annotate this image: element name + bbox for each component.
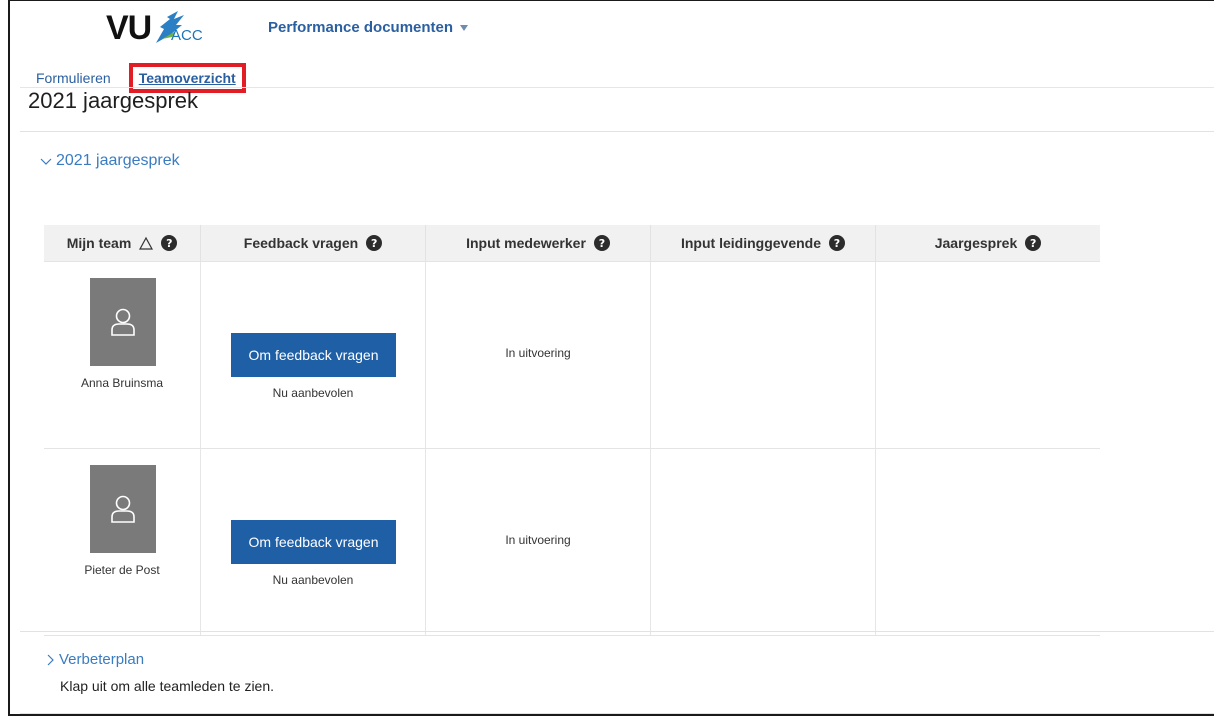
page-title: 2021 jaargesprek — [28, 88, 199, 113]
person-icon — [111, 495, 135, 523]
feedback-cell: Om feedback vragen Nu aanbevolen — [201, 449, 426, 635]
section-title: 2021 jaargesprek — [56, 152, 180, 169]
divider — [20, 713, 1214, 714]
status-text: In uitvoering — [505, 533, 571, 547]
recommendation-text: Nu aanbevolen — [272, 386, 354, 400]
team-table: Mijn team ? Feedback vragen ? Input mede… — [44, 225, 1100, 636]
section-toggle-jaargesprek[interactable]: 2021 jaargesprek — [40, 152, 180, 170]
help-icon[interactable]: ? — [366, 235, 383, 251]
help-icon[interactable]: ? — [829, 235, 845, 251]
column-header-jaargesprek: Jaargesprek ? — [876, 225, 1100, 261]
expand-hint: Klap uit om alle teamleden te zien. — [60, 678, 275, 694]
logo-text: VU — [106, 9, 152, 47]
person-icon — [111, 308, 135, 336]
member-cell: Anna Bruinsma — [44, 262, 201, 448]
table-row: Pieter de Post Om feedback vragen Nu aan… — [44, 449, 1100, 636]
app-frame: VU ACC Performance documenten Formuliere… — [8, 0, 1214, 716]
vu-logo: VU ACC — [106, 7, 226, 51]
recommendation-text: Nu aanbevolen — [272, 573, 354, 587]
input-leidinggevende-cell — [651, 262, 876, 448]
chevron-down-icon — [40, 158, 52, 165]
help-icon[interactable]: ? — [1025, 235, 1042, 251]
member-name: Anna Bruinsma — [80, 376, 164, 390]
jaargesprek-cell — [876, 449, 1100, 635]
section-title: Verbeterplan — [59, 651, 145, 668]
help-icon[interactable]: ? — [593, 235, 610, 251]
column-header-input-leidinggevende: Input leidinggevende ? — [651, 225, 876, 261]
request-feedback-button[interactable]: Om feedback vragen — [231, 520, 396, 564]
tab-formulieren[interactable]: Formulieren — [36, 70, 111, 86]
input-medewerker-cell: In uitvoering — [426, 449, 651, 635]
chevron-right-icon — [47, 654, 54, 665]
performance-documents-menu[interactable]: Performance documenten — [268, 19, 469, 36]
status-text: In uitvoering — [505, 346, 571, 360]
member-cell: Pieter de Post — [44, 449, 201, 635]
input-leidinggevende-cell — [651, 449, 876, 635]
divider — [20, 87, 1214, 88]
divider — [20, 131, 1214, 132]
request-feedback-button[interactable]: Om feedback vragen — [231, 333, 396, 377]
member-name: Pieter de Post — [84, 563, 160, 577]
input-medewerker-cell: In uitvoering — [426, 262, 651, 448]
app-title-label: Performance documenten — [268, 19, 454, 36]
divider — [20, 631, 1214, 632]
help-icon[interactable]: ? — [161, 235, 178, 251]
column-label: Jaargesprek — [934, 235, 1018, 251]
table-header: Mijn team ? Feedback vragen ? Input mede… — [44, 225, 1100, 262]
column-label: Input medewerker — [466, 235, 586, 251]
column-header-input-medewerker: Input medewerker ? — [426, 225, 651, 261]
avatar[interactable] — [90, 465, 156, 553]
jaargesprek-cell — [876, 262, 1100, 448]
section-toggle-verbeterplan[interactable]: Verbeterplan — [44, 651, 144, 668]
avatar[interactable] — [90, 278, 156, 366]
caret-down-icon — [460, 24, 469, 31]
table-row: Anna Bruinsma Om feedback vragen Nu aanb… — [44, 262, 1100, 449]
sort-triangle-icon[interactable] — [139, 236, 154, 250]
logo-env-label: ACC — [171, 27, 203, 44]
feedback-cell: Om feedback vragen Nu aanbevolen — [201, 262, 426, 448]
column-header-mijn-team[interactable]: Mijn team ? — [44, 225, 201, 261]
column-header-feedback-vragen: Feedback vragen ? — [201, 225, 426, 261]
column-label: Feedback vragen — [243, 235, 359, 251]
column-label: Mijn team — [66, 235, 132, 251]
column-label: Input leidinggevende — [680, 235, 821, 251]
